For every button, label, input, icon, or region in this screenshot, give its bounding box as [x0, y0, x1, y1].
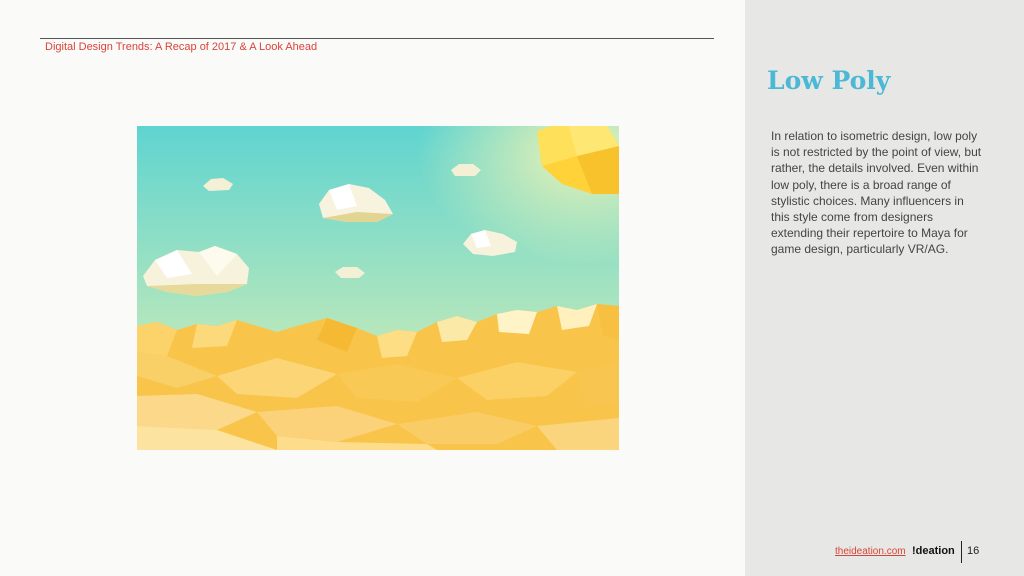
presentation-title: Digital Design Trends: A Recap of 2017 &… [45, 41, 318, 53]
slide-body-text: In relation to isometric design, low pol… [771, 129, 982, 257]
website-link[interactable]: theideation.com [835, 546, 906, 557]
slide-title: Low Poly [767, 66, 891, 95]
page-number: 16 [967, 545, 980, 557]
footer-divider [961, 541, 962, 563]
header-rule [40, 38, 714, 39]
ideation-logo: !deation [912, 545, 955, 557]
low-poly-landscape-image [137, 126, 619, 450]
